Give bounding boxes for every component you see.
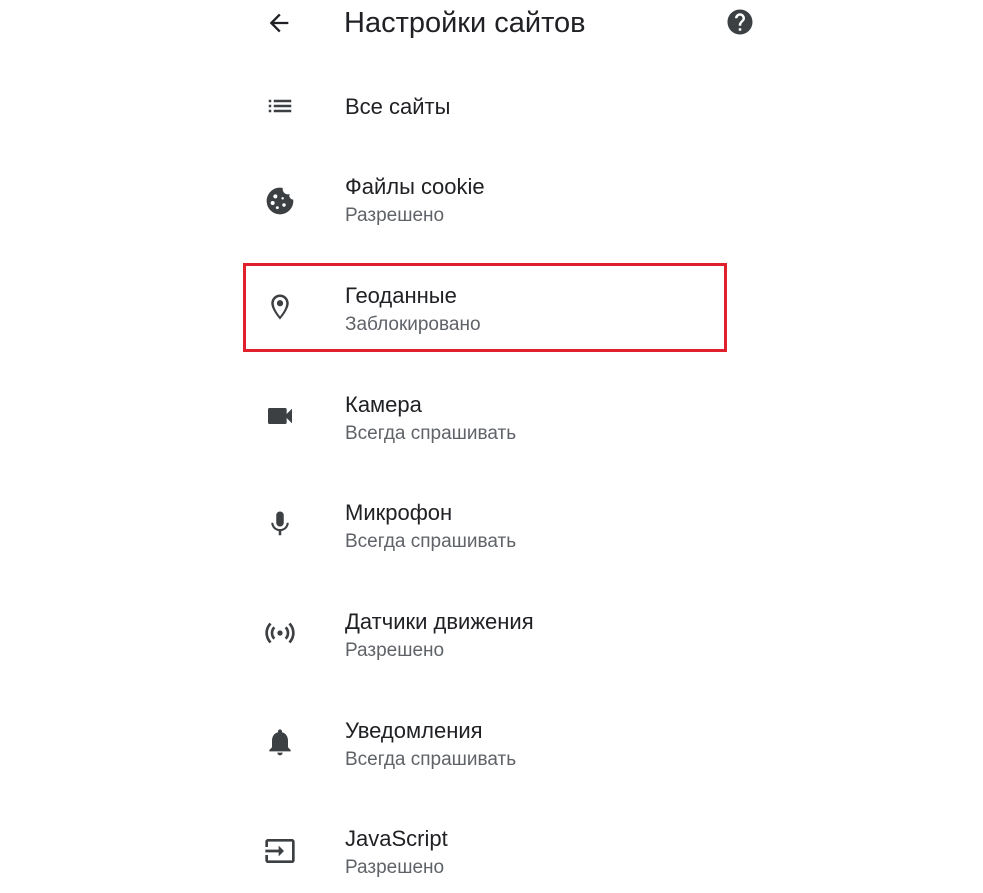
- toolbar: Настройки сайтов: [0, 0, 983, 50]
- item-label: Камера: [345, 392, 422, 417]
- videocam-icon: [258, 394, 302, 438]
- help-button[interactable]: [722, 6, 758, 42]
- list-item-cookies[interactable]: Файлы cookie Разрешено: [244, 170, 724, 234]
- item-status: Разрешено: [345, 640, 445, 661]
- item-label: Геоданные: [345, 283, 457, 308]
- item-status: Всегда спрашивать: [345, 749, 517, 770]
- list-item-motion-sensors[interactable]: Датчики движения Разрешено: [244, 605, 724, 669]
- list-item-all-sites[interactable]: Все сайты: [244, 82, 724, 132]
- list-item-location[interactable]: Геоданные Заблокировано: [244, 279, 724, 343]
- page-title: Настройки сайтов: [344, 7, 586, 39]
- list-item-notifications[interactable]: Уведомления Всегда спрашивать: [244, 714, 724, 778]
- list-item-microphone[interactable]: Микрофон Всегда спрашивать: [244, 496, 724, 560]
- item-label: Все сайты: [345, 94, 451, 119]
- javascript-input-icon: [258, 829, 302, 873]
- location-pin-icon: [258, 285, 302, 329]
- arrow-back-icon: [265, 9, 293, 42]
- list-item-camera[interactable]: Камера Всегда спрашивать: [244, 388, 724, 452]
- item-status: Разрешено: [345, 205, 445, 226]
- cookie-icon: [258, 179, 302, 223]
- item-label: JavaScript: [345, 826, 448, 851]
- bell-icon: [258, 720, 302, 764]
- item-label: Уведомления: [345, 718, 483, 743]
- mic-icon: [258, 502, 302, 546]
- list-item-javascript[interactable]: JavaScript Разрешено: [244, 822, 724, 886]
- list-icon: [258, 84, 302, 128]
- item-label: Файлы cookie: [345, 174, 485, 199]
- site-settings-screen: Настройки сайтов Все сайты Файлы cookie …: [0, 0, 983, 893]
- item-status: Всегда спрашивать: [345, 423, 517, 444]
- sensors-icon: [258, 611, 302, 655]
- item-status: Всегда спрашивать: [345, 531, 517, 552]
- item-label: Датчики движения: [345, 609, 534, 634]
- item-label: Микрофон: [345, 500, 453, 525]
- back-button[interactable]: [260, 6, 298, 44]
- item-status: Разрешено: [345, 857, 445, 878]
- item-status: Заблокировано: [345, 314, 481, 335]
- help-circle-icon: [725, 7, 755, 42]
